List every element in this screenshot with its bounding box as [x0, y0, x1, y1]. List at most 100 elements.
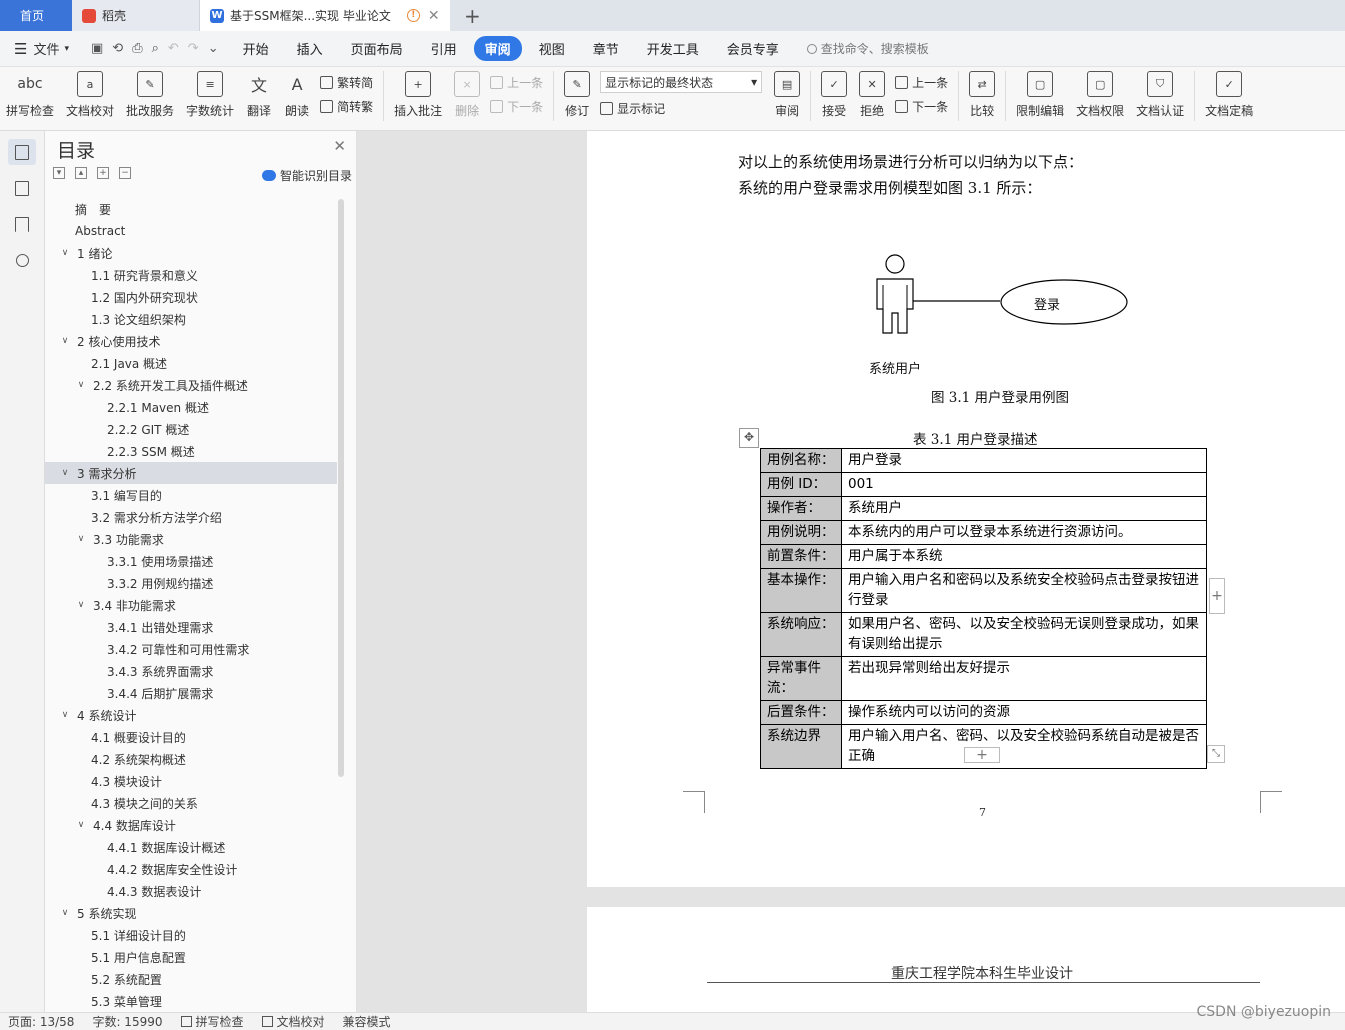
- table-value-cell[interactable]: 如果用户名、密码、以及安全校验码无误则登录成功，如果有误则给出提示: [841, 612, 1207, 657]
- chevron-down-icon[interactable]: ∨: [75, 820, 87, 830]
- table-row[interactable]: 用例 ID： 001: [760, 472, 1207, 497]
- next-change-button[interactable]: 下一条: [895, 98, 948, 115]
- smart-toc-button[interactable]: 智能识别目录: [261, 167, 352, 184]
- toc-item[interactable]: ∨ 5 系统实现: [45, 902, 337, 924]
- toc-item[interactable]: 4.3 模块之间的关系: [45, 792, 337, 814]
- review-service-button[interactable]: ✎ 批改服务: [120, 71, 180, 119]
- table-move-handle[interactable]: ✥: [739, 428, 759, 448]
- print-icon[interactable]: ⎙: [132, 41, 142, 56]
- toc-item[interactable]: 2.2.1 Maven 概述: [45, 396, 337, 418]
- toc-item[interactable]: 3.4.1 出错处理需求: [45, 616, 337, 638]
- toc-item[interactable]: 4.4.2 数据库安全性设计: [45, 858, 337, 880]
- toc-item[interactable]: 4.4.1 数据库设计概述: [45, 836, 337, 858]
- table-value-cell[interactable]: 用户登录: [841, 448, 1207, 473]
- trad-to-simp-button[interactable]: 繁转简: [320, 74, 373, 91]
- table-row[interactable]: 系统响应： 如果用户名、密码、以及安全校验码无误则登录成功，如果有误则给出提示: [760, 612, 1207, 657]
- toc-item[interactable]: ∨ 1 绪论: [45, 242, 337, 264]
- toc-item[interactable]: 4.2 系统架构概述: [45, 748, 337, 770]
- toc-nav-button[interactable]: [8, 139, 36, 165]
- chevron-down-icon[interactable]: ∨: [75, 534, 87, 544]
- table-key-cell[interactable]: 用例 ID：: [760, 472, 842, 497]
- toc-item[interactable]: ∨ 2 核心使用技术: [45, 330, 337, 352]
- doc-auth-button[interactable]: ⛉ 文档认证: [1130, 71, 1190, 119]
- word-count[interactable]: 字数: 15990: [92, 1013, 162, 1030]
- toc-item[interactable]: 3.4.4 后期扩展需求: [45, 682, 337, 704]
- menu-insert[interactable]: 插入: [286, 36, 334, 61]
- menu-review[interactable]: 审阅: [473, 36, 522, 61]
- add-heading-icon[interactable]: +: [97, 167, 109, 179]
- toc-item[interactable]: 5.3 菜单管理: [45, 990, 337, 1012]
- doc-permission-button[interactable]: ▢ 文档权限: [1070, 71, 1130, 119]
- toc-item[interactable]: 1.2 国内外研究现状: [45, 286, 337, 308]
- toc-item[interactable]: Abstract: [45, 220, 337, 242]
- chevron-down-icon[interactable]: ∨: [59, 710, 71, 720]
- close-tab-icon[interactable]: ✕: [428, 8, 440, 24]
- table-key-cell[interactable]: 前置条件：: [760, 544, 842, 569]
- page-indicator[interactable]: 页面: 13/58: [8, 1013, 74, 1030]
- add-column-button[interactable]: +: [1209, 578, 1225, 614]
- table-row[interactable]: 前置条件： 用户属于本系统: [760, 544, 1207, 569]
- menu-member[interactable]: 会员专享: [716, 36, 790, 61]
- chapter-nav-button[interactable]: [8, 175, 36, 201]
- toc-item[interactable]: ∨ 4 系统设计: [45, 704, 337, 726]
- word-count-button[interactable]: ≡ 字数统计: [180, 71, 240, 119]
- chevron-down-icon[interactable]: ∨: [75, 380, 87, 390]
- spell-check-toggle[interactable]: 拼写检查: [180, 1013, 244, 1030]
- save-icon[interactable]: ▣: [91, 41, 103, 56]
- menu-layout[interactable]: 页面布局: [340, 36, 414, 61]
- add-row-button[interactable]: +: [964, 747, 1000, 763]
- file-menu[interactable]: ☰ 文件 ▾: [0, 39, 81, 59]
- table-value-cell[interactable]: 操作系统内可以访问的资源: [841, 700, 1207, 725]
- table-value-cell[interactable]: 用户输入用户名和密码以及系统安全校验码点击登录按钮进行登录: [841, 568, 1207, 613]
- toc-item[interactable]: 1.3 论文组织架构: [45, 308, 337, 330]
- menu-devtools[interactable]: 开发工具: [636, 36, 710, 61]
- menu-start[interactable]: 开始: [232, 36, 280, 61]
- delete-comment-button[interactable]: × 删除: [448, 71, 486, 119]
- expand-all-icon[interactable]: ▾: [53, 167, 65, 179]
- toc-item[interactable]: 3.3.2 用例规约描述: [45, 572, 337, 594]
- toc-scrollbar[interactable]: [338, 199, 344, 777]
- toc-item[interactable]: ∨ 3 需求分析: [45, 462, 337, 484]
- proofread-button[interactable]: a 文档校对: [60, 71, 120, 119]
- table-value-cell[interactable]: 本系统内的用户可以登录本系统进行资源访问。: [841, 520, 1207, 545]
- toc-item[interactable]: 3.1 编写目的: [45, 484, 337, 506]
- compare-button[interactable]: ⇄ 比较: [963, 71, 1001, 119]
- redo-icon[interactable]: ↷: [188, 41, 199, 56]
- toc-item[interactable]: 3.4.2 可靠性和可用性需求: [45, 638, 337, 660]
- markup-state-select[interactable]: 显示标记的最终状态 ▾: [600, 71, 763, 93]
- table-key-cell[interactable]: 操作者：: [760, 496, 842, 521]
- table-key-cell[interactable]: 用例说明：: [760, 520, 842, 545]
- toc-item[interactable]: 1.1 研究背景和意义: [45, 264, 337, 286]
- chevron-down-icon[interactable]: ∨: [59, 908, 71, 918]
- review-pane-button[interactable]: ▤ 审阅: [768, 71, 806, 119]
- chevron-down-icon[interactable]: ∨: [75, 600, 87, 610]
- toc-item[interactable]: ∨ 4.4 数据库设计: [45, 814, 337, 836]
- spell-check-button[interactable]: abc 拼写检查: [0, 71, 60, 119]
- menu-view[interactable]: 视图: [528, 36, 576, 61]
- table-key-cell[interactable]: 基本操作：: [760, 568, 842, 613]
- toc-item[interactable]: 2.1 Java 概述: [45, 352, 337, 374]
- table-row[interactable]: 操作者： 系统用户: [760, 496, 1207, 521]
- toc-item[interactable]: 3.2 需求分析方法学介绍: [45, 506, 337, 528]
- accept-button[interactable]: ✓ 接受: [815, 71, 853, 119]
- insert-comment-button[interactable]: + 插入批注: [388, 71, 448, 119]
- bookmark-nav-button[interactable]: [8, 211, 36, 237]
- remove-heading-icon[interactable]: −: [119, 167, 131, 179]
- table-row[interactable]: 用例说明： 本系统内的用户可以登录本系统进行资源访问。: [760, 520, 1207, 545]
- use-case-table[interactable]: 用例名称： 用户登录 用例 ID： 001 操作者： 系统用户 用例说明： 本系统内的用户可以…: [760, 448, 1207, 769]
- toc-item[interactable]: 5.1 用户信息配置: [45, 946, 337, 968]
- document-page[interactable]: 对以上的系统使用场景进行分析可以归纳为以下点： 系统的用户登录需求用例模型如图 …: [587, 131, 1345, 887]
- toc-item[interactable]: 3.4.3 系统界面需求: [45, 660, 337, 682]
- toc-item[interactable]: 4.3 模块设计: [45, 770, 337, 792]
- new-tab-button[interactable]: +: [450, 0, 495, 31]
- chevron-down-icon[interactable]: ∨: [59, 248, 71, 258]
- table-value-cell[interactable]: 001: [841, 472, 1207, 497]
- share-icon[interactable]: ⟲: [112, 41, 123, 56]
- undo-icon[interactable]: ↶: [168, 41, 179, 56]
- table-row[interactable]: 异常事件流： 若出现异常则给出友好提示: [760, 656, 1207, 701]
- tab-daoke[interactable]: 稻壳: [72, 0, 200, 31]
- table-value-cell[interactable]: 用户输入用户名、密码、以及安全校验码系统自动是被是否正确: [841, 724, 1207, 769]
- table-key-cell[interactable]: 系统响应：: [760, 612, 842, 657]
- warning-icon[interactable]: !: [406, 9, 420, 22]
- toc-item[interactable]: 摘 要: [45, 198, 337, 220]
